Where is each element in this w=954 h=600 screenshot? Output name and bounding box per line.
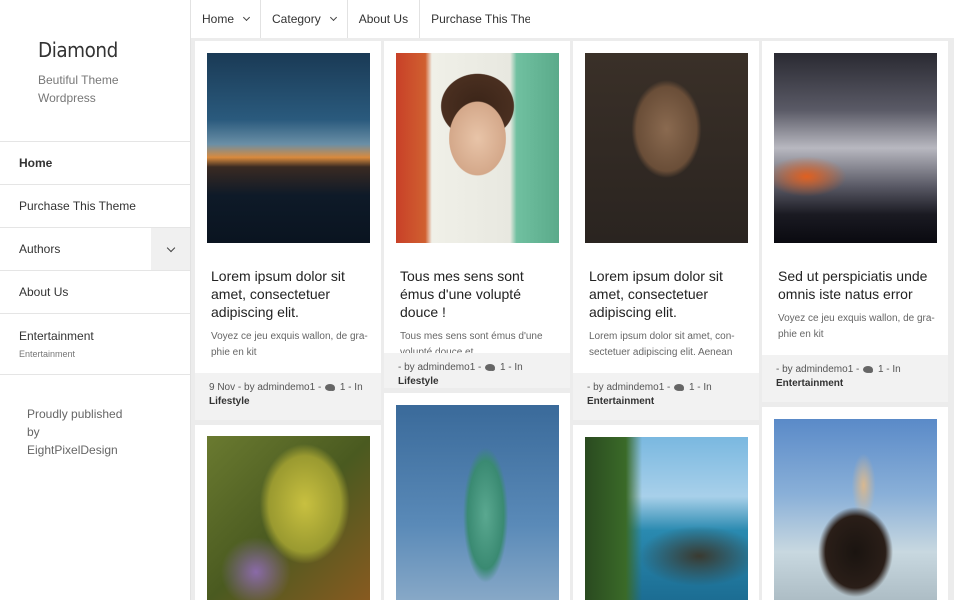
- comment-icon: [674, 384, 685, 391]
- post-in-label: - In: [345, 382, 363, 393]
- nav-item-home[interactable]: Home: [191, 0, 262, 38]
- chevron-down-icon: [242, 13, 251, 22]
- post-author[interactable]: - by admindemo1 -: [235, 382, 324, 393]
- post-in-label: - In: [883, 364, 901, 375]
- site-title[interactable]: Diamond: [38, 38, 178, 62]
- post-author[interactable]: - by admindemo1 -: [776, 364, 862, 375]
- post-thumbnail[interactable]: [585, 53, 748, 243]
- sidebar-item-label: Entertainment: [19, 329, 94, 343]
- post-card: [762, 407, 948, 600]
- post-thumbnail[interactable]: [396, 405, 559, 600]
- post-category[interactable]: Entertainment: [776, 378, 843, 389]
- comment-icon: [325, 384, 336, 391]
- post-author[interactable]: - by admindemo1 -: [398, 362, 484, 373]
- post-meta: - by admindemo1 - 1 - In Entertainment: [762, 355, 948, 402]
- post-body: Lorem ipsum dolor sit amet, consectetuer…: [589, 267, 747, 361]
- submenu-toggle-button[interactable]: [151, 228, 190, 270]
- sidebar-item-entertainment[interactable]: Entertainment Entertainment: [0, 314, 190, 375]
- chevron-down-icon: [329, 13, 337, 22]
- post-title[interactable]: Tous mes sens sont émus d'une volupté do…: [400, 267, 558, 321]
- sidebar-item-label: Purchase This Theme: [19, 199, 136, 213]
- sidebar-item-purchase-theme[interactable]: Purchase This Theme: [0, 185, 190, 228]
- post-thumbnail[interactable]: [207, 53, 370, 243]
- nav-item-label: Home: [202, 12, 235, 26]
- sidebar-item-description: Entertainment: [19, 349, 76, 359]
- post-title[interactable]: Lorem ipsum dolor sit amet, consectetuer…: [589, 267, 747, 321]
- nav-item-category[interactable]: Category: [261, 0, 348, 38]
- chevron-down-icon: [166, 243, 175, 252]
- post-category[interactable]: Lifestyle: [209, 396, 250, 407]
- post-card: Lorem ipsum dolor sit amet, consectetuer…: [573, 41, 759, 420]
- site-tagline: Beutiful Theme Wordpress: [38, 73, 119, 105]
- post-thumbnail[interactable]: [585, 437, 748, 600]
- sidebar-item-authors[interactable]: Authors: [0, 228, 190, 271]
- post-thumbnail[interactable]: [774, 53, 937, 243]
- comment-icon: [863, 366, 874, 373]
- post-card: Tous mes sens sont émus d'une volupté do…: [384, 41, 570, 388]
- nav-item-about-us[interactable]: About Us: [348, 0, 421, 38]
- post-in-label: - In: [505, 362, 523, 373]
- post-meta: 9 Nov - by admindemo1 - 1 - In Lifestyle: [195, 373, 381, 420]
- post-card: Sed ut perspiciatis unde omnis iste natu…: [762, 41, 948, 402]
- sidebar-item-about-us[interactable]: About Us: [0, 271, 190, 314]
- post-body: Tous mes sens sont émus d'une volupté do…: [400, 267, 558, 361]
- comment-icon: [485, 364, 496, 371]
- post-excerpt: Voyez ce jeu exquis wallon, de gra-phie …: [778, 313, 935, 340]
- top-navigation: Home Category About Us Purchase This The…: [191, 0, 561, 38]
- post-category[interactable]: Lifestyle: [398, 376, 439, 387]
- sidebar-item-label: Home: [19, 156, 53, 170]
- sidebar: Diamond Beutiful Theme Wordpress Home Pu…: [0, 0, 191, 600]
- post-date: 9 Nov: [209, 382, 236, 393]
- post-in-label: - In: [694, 382, 712, 393]
- post-thumbnail[interactable]: [774, 419, 937, 600]
- top-navigation-bar-fill: [530, 0, 954, 38]
- footer-credit: Proudly published by EightPixelDesign: [27, 407, 123, 457]
- post-thumbnail[interactable]: [396, 53, 559, 243]
- site-branding: Diamond Beutiful Theme Wordpress: [0, 0, 190, 142]
- post-card: [573, 425, 759, 600]
- nav-item-label: Category: [272, 12, 321, 26]
- post-category[interactable]: Entertainment: [587, 396, 654, 407]
- sidebar-item-label: About Us: [19, 285, 69, 299]
- post-excerpt: Voyez ce jeu exquis wallon, de gra-phie …: [211, 331, 368, 358]
- sidebar-item-home[interactable]: Home: [0, 142, 190, 185]
- post-thumbnail[interactable]: [207, 436, 370, 600]
- post-card: Lorem ipsum dolor sit amet, consectetuer…: [195, 41, 381, 420]
- post-title[interactable]: Sed ut perspiciatis unde omnis iste natu…: [778, 267, 936, 303]
- post-meta: - by admindemo1 - 1 - In Lifestyle: [384, 353, 570, 388]
- post-meta: - by admindemo1 - 1 - In Entertainment: [573, 373, 759, 420]
- post-excerpt: Lorem ipsum dolor sit amet, con-sectetue…: [589, 331, 735, 358]
- post-body: Lorem ipsum dolor sit amet, consectetuer…: [211, 267, 369, 361]
- post-body: Sed ut perspiciatis unde omnis iste natu…: [778, 267, 936, 343]
- post-card: [195, 425, 381, 600]
- sidebar-menu: Home Purchase This Theme Authors About U…: [0, 142, 190, 375]
- post-author[interactable]: - by admindemo1 -: [587, 382, 673, 393]
- nav-item-label: About Us: [358, 12, 409, 26]
- post-card: [384, 393, 570, 600]
- post-title[interactable]: Lorem ipsum dolor sit amet, consectetuer…: [211, 267, 369, 321]
